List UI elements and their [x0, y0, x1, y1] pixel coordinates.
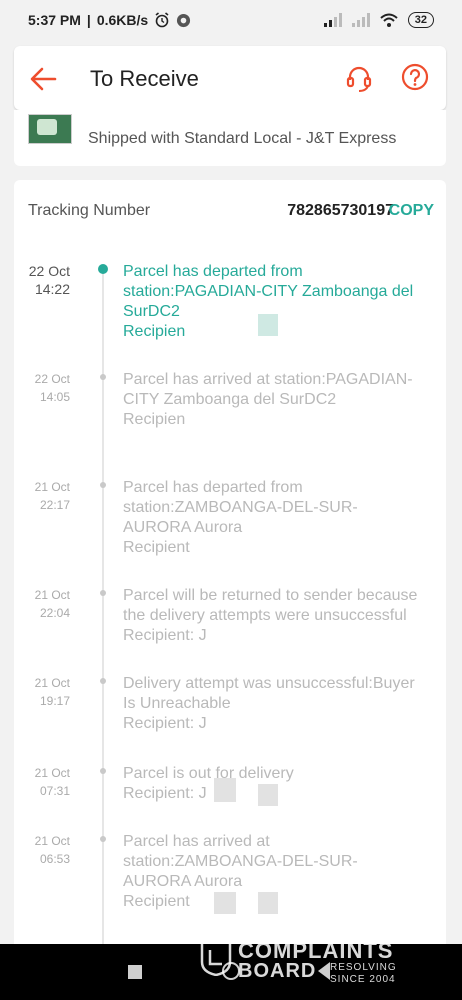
- event-datetime: 21 Oct 22:17: [14, 478, 70, 514]
- status-bar: 5:37 PM | 0.6KB/s 32: [0, 0, 462, 42]
- watermark-sub-1: RESOLVING: [330, 962, 397, 973]
- timeline-dot: [100, 678, 106, 684]
- status-time: 5:37 PM: [28, 12, 81, 28]
- event-description: Parcel has departed from station:ZAMBOAN…: [123, 479, 358, 536]
- tracking-card: Tracking Number 782865730197 COPY 22 Oct…: [14, 180, 446, 960]
- event-description: Parcel is out for delivery: [123, 765, 294, 782]
- timeline-dot-active: [98, 264, 108, 274]
- event-datetime: 21 Oct 06:53: [14, 832, 70, 868]
- status-right: 32: [323, 12, 434, 28]
- event-recipient: Recipient: [123, 539, 190, 556]
- timeline-dot: [100, 590, 106, 596]
- event-time: 14:22: [34, 281, 70, 297]
- event-date: 22 Oct: [28, 263, 70, 279]
- watermark-sub-2: SINCE 2004: [330, 974, 396, 985]
- event-time: 14:05: [39, 390, 70, 404]
- signal-icon-1: [323, 13, 342, 27]
- redaction-block: [258, 892, 278, 914]
- event-recipient: Recipient: J: [123, 627, 207, 644]
- status-speed: 0.6KB/s: [96, 12, 149, 28]
- event-time: 22:17: [39, 498, 70, 512]
- timeline-dot: [100, 836, 106, 842]
- tracking-number-label: Tracking Number: [28, 202, 151, 219]
- watermark-logo-icon: [200, 940, 232, 976]
- event-date: 22 Oct: [34, 372, 70, 386]
- event-description: Parcel has departed from station:PAGADIA…: [123, 263, 414, 320]
- product-thumbnail: [28, 114, 72, 144]
- event-time: 06:53: [39, 852, 70, 866]
- event-datetime: 22 Oct 14:05: [14, 370, 70, 406]
- event-time: 22:04: [39, 606, 70, 620]
- timeline-dot: [100, 768, 106, 774]
- redaction-block: [258, 314, 278, 336]
- page-title: To Receive: [90, 66, 199, 91]
- event-datetime: 21 Oct 22:04: [14, 586, 70, 622]
- event-text: Delivery attempt was unsuccessful:Buyer …: [123, 674, 423, 734]
- shipping-card: Shipped with Standard Local - J&T Expres…: [14, 110, 446, 166]
- timeline-dot: [100, 482, 106, 488]
- watermark-text-2: BOARD: [238, 960, 317, 982]
- event-date: 21 Oct: [34, 588, 70, 602]
- system-back-button[interactable]: [318, 962, 330, 980]
- event-datetime: 21 Oct 07:31: [14, 764, 70, 800]
- timeline-dot: [100, 374, 106, 380]
- event-description: Delivery attempt was unsuccessful:Buyer …: [123, 675, 415, 712]
- event-date: 21 Oct: [34, 480, 70, 494]
- event-datetime: 21 Oct 19:17: [14, 674, 70, 710]
- chrome-icon: [177, 13, 191, 27]
- event-description: Parcel will be returned to sender becaus…: [123, 587, 418, 624]
- event-time: 19:17: [39, 694, 70, 708]
- event-text: Parcel will be returned to sender becaus…: [123, 586, 423, 646]
- timeline-line: [102, 266, 104, 960]
- event-description: Parcel has arrived at station:PAGADIAN-C…: [123, 371, 413, 408]
- battery-indicator: 32: [407, 12, 434, 28]
- event-description: Parcel has arrived at station:ZAMBOANGA-…: [123, 833, 358, 890]
- customer-support-icon[interactable]: [344, 64, 374, 94]
- shipping-method: Shipped with Standard Local - J&T Expres…: [88, 130, 397, 147]
- tracking-number: 782865730197: [287, 202, 394, 219]
- status-separator: |: [86, 12, 91, 28]
- back-arrow-icon[interactable]: [28, 64, 58, 94]
- event-recipient: Recipient: J: [123, 715, 207, 732]
- event-recipient: Recipien: [123, 411, 186, 428]
- event-text: Parcel has departed from station:ZAMBOAN…: [123, 478, 423, 558]
- redaction-block: [258, 784, 278, 806]
- help-icon[interactable]: [400, 62, 430, 92]
- watermark-sub: RESOLVING SINCE 2004: [330, 962, 397, 986]
- status-left: 5:37 PM | 0.6KB/s: [28, 12, 191, 28]
- recents-button[interactable]: [128, 965, 142, 979]
- event-date: 21 Oct: [34, 676, 70, 690]
- alarm-icon: [155, 12, 169, 28]
- event-date: 21 Oct: [34, 766, 70, 780]
- signal-icon-2: [351, 13, 370, 27]
- copy-button[interactable]: COPY: [389, 202, 434, 220]
- wifi-icon: [380, 13, 398, 27]
- event-datetime: 22 Oct 14:22: [14, 262, 70, 298]
- event-time: 07:31: [39, 784, 70, 798]
- redaction-block: [214, 778, 236, 802]
- event-text: Parcel has arrived at station:PAGADIAN-C…: [123, 370, 423, 430]
- page-header: To Receive: [14, 46, 446, 110]
- redaction-block: [214, 892, 236, 914]
- event-date: 21 Oct: [34, 834, 70, 848]
